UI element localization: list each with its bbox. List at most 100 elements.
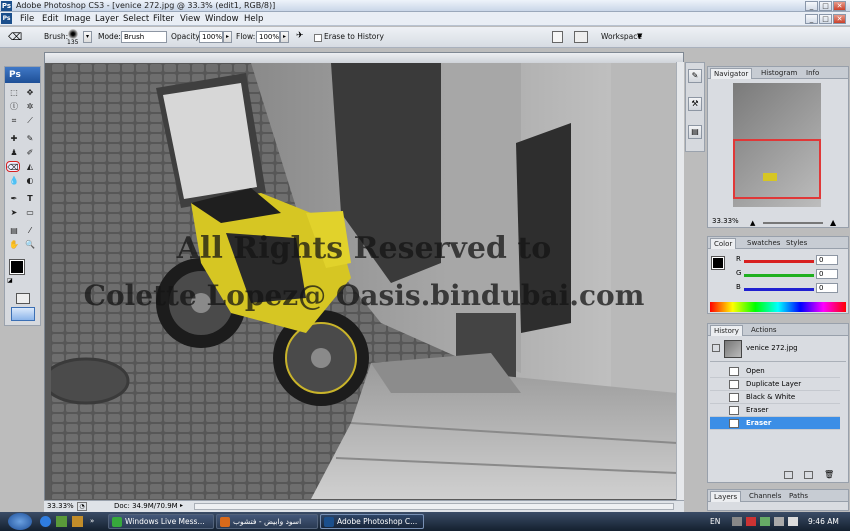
history-snapshot[interactable]: venice 272.jpg: [710, 338, 846, 362]
green-channel-input[interactable]: 0: [816, 269, 838, 279]
healing-brush-tool-icon[interactable]: ✚: [7, 133, 21, 144]
green-channel-slider[interactable]: [744, 274, 814, 277]
layer-comps-panel-icon[interactable]: ▤: [688, 125, 702, 139]
tab-swatches[interactable]: Swatches: [744, 238, 783, 249]
zoom-in-icon[interactable]: ▲: [830, 218, 836, 227]
snapshot-brush-icon[interactable]: [712, 344, 720, 352]
brush-tool-icon[interactable]: ✎: [23, 133, 37, 144]
blue-channel-slider[interactable]: [744, 288, 814, 291]
eraser-tool-icon[interactable]: ⌫: [6, 161, 20, 172]
screen-mode-icon[interactable]: [11, 307, 35, 321]
minimize-button[interactable]: _: [805, 1, 818, 11]
brush-picker-arrow-icon[interactable]: ▾: [83, 31, 92, 43]
menu-view[interactable]: View: [180, 13, 200, 25]
flow-input[interactable]: 100%: [256, 31, 280, 43]
file-browser-icon[interactable]: [552, 31, 563, 43]
shape-tool-icon[interactable]: ▭: [23, 207, 37, 218]
clock[interactable]: 9:46 AM: [808, 512, 839, 531]
clone-stamp-tool-icon[interactable]: ♟: [7, 147, 21, 158]
tab-info[interactable]: Info: [803, 68, 822, 79]
quick-mask-icon[interactable]: [16, 293, 30, 304]
brush-preview-icon[interactable]: [68, 29, 78, 39]
workspace-button[interactable]: Workspace: [601, 32, 642, 42]
zoom-slider[interactable]: [763, 222, 823, 224]
history-state[interactable]: Eraser: [710, 404, 840, 417]
tab-layers[interactable]: Layers: [710, 491, 742, 502]
close-button[interactable]: ✕: [833, 1, 846, 11]
blur-tool-icon[interactable]: 💧: [7, 175, 21, 186]
tray-icon[interactable]: [760, 517, 770, 526]
navigator-zoom[interactable]: 33.33%: [712, 217, 739, 225]
canvas-scrollbar[interactable]: [676, 62, 684, 500]
default-colors-icon[interactable]: ◪: [7, 277, 13, 284]
type-tool-icon[interactable]: T: [23, 193, 37, 204]
menu-image[interactable]: Image: [64, 13, 91, 25]
tab-color[interactable]: Color: [710, 238, 737, 249]
volume-icon[interactable]: [788, 517, 798, 526]
new-snapshot-icon[interactable]: [804, 471, 813, 479]
tab-paths[interactable]: Paths: [786, 491, 811, 502]
red-channel-slider[interactable]: [744, 260, 814, 263]
menu-edit[interactable]: Edit: [42, 13, 58, 25]
tray-icon[interactable]: [732, 517, 742, 526]
menu-layer[interactable]: Layer: [95, 13, 119, 25]
tray-icon[interactable]: [746, 517, 756, 526]
opacity-arrow-icon[interactable]: ▸: [223, 31, 232, 43]
show-desktop-icon[interactable]: [56, 516, 67, 527]
pen-tool-icon[interactable]: ✒: [7, 193, 21, 204]
marquee-tool-icon[interactable]: ⬚: [7, 87, 21, 98]
foreground-color-swatch[interactable]: [9, 259, 25, 275]
paint-bucket-tool-icon[interactable]: ◭: [23, 161, 37, 172]
blue-channel-input[interactable]: 0: [816, 283, 838, 293]
brushes-panel-icon[interactable]: ✎: [688, 69, 702, 83]
ie-quicklaunch-icon[interactable]: [40, 516, 51, 527]
palette-well-icon[interactable]: [574, 31, 588, 43]
history-state[interactable]: Duplicate Layer: [710, 378, 840, 391]
red-channel-input[interactable]: 0: [816, 255, 838, 265]
history-state[interactable]: Open: [710, 365, 840, 378]
flow-arrow-icon[interactable]: ▸: [280, 31, 289, 43]
menu-file[interactable]: File: [20, 13, 34, 25]
doc-restore-button[interactable]: □: [819, 14, 832, 24]
menu-help[interactable]: Help: [244, 13, 263, 25]
dodge-tool-icon[interactable]: ◐: [23, 175, 37, 186]
taskbar-item-messenger[interactable]: Windows Live Mess...: [108, 514, 214, 529]
tab-history[interactable]: History: [710, 325, 743, 336]
doc-close-button[interactable]: ✕: [833, 14, 846, 24]
new-document-from-state-icon[interactable]: [784, 471, 793, 479]
app-menu-icon[interactable]: Ps: [1, 13, 12, 24]
taskbar-item-browser[interactable]: اسود وابيض - فتشوب: [216, 514, 318, 529]
taskbar-item-photoshop[interactable]: Adobe Photoshop C...: [320, 514, 424, 529]
tab-navigator[interactable]: Navigator: [710, 68, 753, 79]
tab-actions[interactable]: Actions: [748, 325, 780, 336]
notes-tool-icon[interactable]: ▤: [7, 225, 21, 236]
erase-to-history-checkbox[interactable]: [314, 34, 322, 42]
tab-histogram[interactable]: Histogram: [758, 68, 800, 79]
zoom-tool-icon[interactable]: 🔍: [23, 239, 37, 250]
mode-select[interactable]: Brush: [121, 31, 167, 43]
quicklaunch-icon[interactable]: [72, 516, 83, 527]
status-zoom[interactable]: 33.33%: [47, 501, 74, 512]
status-menu-arrow-icon[interactable]: ▸: [180, 502, 183, 509]
menu-window[interactable]: Window: [205, 13, 239, 25]
history-state[interactable]: Black & White: [710, 391, 840, 404]
start-orb-icon[interactable]: [8, 513, 32, 530]
zoom-out-icon[interactable]: ▲: [750, 219, 755, 227]
slice-tool-icon[interactable]: ⟋: [23, 115, 37, 126]
color-spectrum-bar[interactable]: [710, 302, 846, 312]
maximize-button[interactable]: □: [819, 1, 832, 11]
horizontal-scrollbar[interactable]: [194, 503, 674, 510]
delete-state-icon[interactable]: 🗑: [824, 470, 834, 479]
eyedropper-tool-icon[interactable]: ⁄: [23, 225, 37, 236]
airbrush-icon[interactable]: ✈: [296, 31, 310, 43]
tray-icon[interactable]: [774, 517, 784, 526]
image-canvas[interactable]: All Rights Reserved to Colette Lopez@ Oa…: [51, 63, 677, 499]
history-brush-tool-icon[interactable]: ✐: [23, 147, 37, 158]
doc-minimize-button[interactable]: _: [805, 14, 818, 24]
move-tool-icon[interactable]: ✥: [23, 87, 37, 98]
tool-presets-panel-icon[interactable]: ⚒: [688, 97, 702, 111]
tab-channels[interactable]: Channels: [746, 491, 784, 502]
path-selection-tool-icon[interactable]: ➤: [7, 207, 21, 218]
language-indicator[interactable]: EN: [710, 512, 720, 531]
hand-tool-icon[interactable]: ✋: [7, 239, 21, 250]
